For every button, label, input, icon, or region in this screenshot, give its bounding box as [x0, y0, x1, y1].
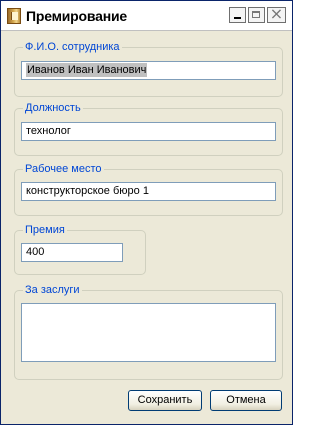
- employee-group: Ф.И.О. сотрудника Иванов Иван Иванович: [14, 40, 283, 97]
- bonus-window: Премирование Ф.И.О. сотрудника Иванов Ив…: [0, 0, 293, 425]
- maximize-icon[interactable]: [248, 7, 265, 23]
- close-icon[interactable]: [267, 7, 286, 23]
- document-icon: [7, 8, 21, 24]
- window-titlebar[interactable]: Премирование: [1, 1, 292, 31]
- bonus-field[interactable]: 400: [21, 243, 123, 262]
- workplace-label: Рабочее место: [23, 162, 104, 176]
- workplace-field[interactable]: конструкторское бюро 1: [21, 182, 276, 201]
- workplace-group: Рабочее место конструкторское бюро 1: [14, 162, 283, 216]
- cancel-button[interactable]: Отмена: [210, 390, 282, 411]
- employee-name-value: Иванов Иван Иванович: [26, 63, 148, 77]
- position-field[interactable]: технолог: [21, 122, 276, 141]
- bonus-label: Премия: [23, 223, 67, 237]
- merits-label: За заслуги: [23, 283, 82, 297]
- employee-label: Ф.И.О. сотрудника: [23, 40, 122, 54]
- employee-name-field[interactable]: Иванов Иван Иванович: [21, 61, 276, 80]
- save-button[interactable]: Сохранить: [128, 390, 202, 411]
- bonus-group: Премия 400: [14, 223, 146, 275]
- minimize-icon[interactable]: [229, 7, 246, 23]
- position-label: Должность: [23, 101, 83, 115]
- window-title: Премирование: [26, 8, 127, 24]
- merits-textarea[interactable]: [21, 303, 276, 362]
- position-group: Должность технолог: [14, 101, 283, 156]
- merits-group: За заслуги: [14, 283, 283, 380]
